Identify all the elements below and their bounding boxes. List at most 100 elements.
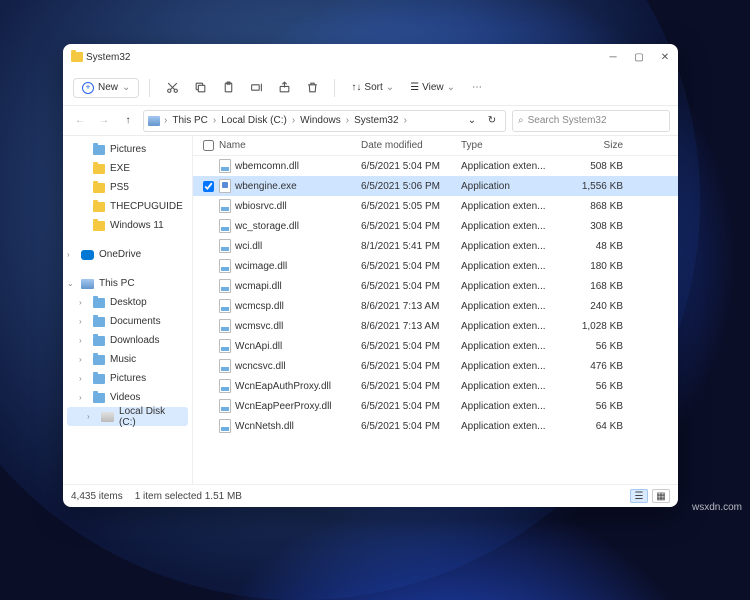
file-row[interactable]: wcmsvc.dll8/6/2021 7:13 AMApplication ex…	[193, 316, 678, 336]
folder-icon	[93, 374, 105, 384]
titlebar[interactable]: System32 ─ ▢ ✕	[63, 44, 678, 70]
new-button[interactable]: + New ⌄	[73, 78, 139, 98]
nav-desktop[interactable]: ›Desktop	[63, 293, 192, 312]
file-row[interactable]: wbengine.exe6/5/2021 5:06 PMApplication1…	[193, 176, 678, 196]
paste-button[interactable]	[216, 76, 240, 100]
file-size: 180 KB	[561, 261, 623, 272]
chevron-right-icon[interactable]: ›	[79, 374, 82, 383]
back-button[interactable]: ←	[71, 112, 89, 130]
nav-pane[interactable]: Pictures EXE PS5 THECPUGUIDE Windows 11 …	[63, 136, 193, 484]
chevron-right-icon[interactable]: ›	[87, 412, 90, 421]
file-date: 6/5/2021 5:04 PM	[361, 221, 461, 232]
chevron-down-icon[interactable]: ⌄	[67, 279, 74, 288]
file-date: 6/5/2021 5:04 PM	[361, 341, 461, 352]
cut-button[interactable]	[160, 76, 184, 100]
close-button[interactable]: ✕	[660, 52, 670, 62]
nav-pictures[interactable]: Pictures	[63, 140, 192, 159]
col-type[interactable]: Type	[461, 140, 561, 151]
chevron-right-icon[interactable]: ›	[79, 355, 82, 364]
file-row[interactable]: wbiosrvc.dll6/5/2021 5:05 PMApplication …	[193, 196, 678, 216]
nav-thispc[interactable]: ⌄This PC	[63, 274, 192, 293]
file-row[interactable]: WcnEapPeerProxy.dll6/5/2021 5:04 PMAppli…	[193, 396, 678, 416]
nav-win11[interactable]: Windows 11	[63, 216, 192, 235]
sort-button[interactable]: ↑↓Sort⌄	[345, 79, 400, 96]
dropdown-icon[interactable]: ⌄	[463, 112, 481, 130]
nav-exe[interactable]: EXE	[63, 159, 192, 178]
selection-info: 1 item selected 1.51 MB	[135, 491, 242, 502]
more-button[interactable]: ⋯	[465, 76, 489, 100]
delete-button[interactable]	[300, 76, 324, 100]
view-button[interactable]: ☰View⌄	[404, 79, 461, 96]
file-row[interactable]: wc_storage.dll6/5/2021 5:04 PMApplicatio…	[193, 216, 678, 236]
folder-icon	[93, 355, 105, 365]
file-explorer-window: System32 ─ ▢ ✕ + New ⌄ ↑↓Sort⌄ ☰View⌄ ⋯ …	[63, 44, 678, 507]
file-name: wcimage.dll	[235, 261, 287, 272]
nav-music[interactable]: ›Music	[63, 350, 192, 369]
forward-button[interactable]: →	[95, 112, 113, 130]
folder-icon	[93, 164, 105, 174]
col-name[interactable]: Name	[219, 140, 361, 151]
file-row[interactable]: WcnNetsh.dll6/5/2021 5:04 PMApplication …	[193, 416, 678, 436]
crumb-windows[interactable]: Windows	[297, 115, 344, 126]
file-row[interactable]: WcnApi.dll6/5/2021 5:04 PMApplication ex…	[193, 336, 678, 356]
share-button[interactable]	[272, 76, 296, 100]
nav-downloads[interactable]: ›Downloads	[63, 331, 192, 350]
crumb-thispc[interactable]: This PC	[169, 115, 211, 126]
dll-icon	[219, 279, 231, 293]
file-row[interactable]: wcimage.dll6/5/2021 5:04 PMApplication e…	[193, 256, 678, 276]
column-headers[interactable]: Name Date modified Type Size	[193, 136, 678, 156]
file-row[interactable]: wcmapi.dll6/5/2021 5:04 PMApplication ex…	[193, 276, 678, 296]
select-all-checkbox[interactable]	[203, 140, 214, 151]
tiles-view-button[interactable]: ▦	[652, 489, 670, 503]
file-size: 56 KB	[561, 381, 623, 392]
folder-icon	[71, 52, 81, 62]
nav-thecpuguide[interactable]: THECPUGUIDE	[63, 197, 192, 216]
nav-pictures2[interactable]: ›Pictures	[63, 369, 192, 388]
chevron-right-icon[interactable]: ›	[79, 317, 82, 326]
dll-icon	[219, 259, 231, 273]
chevron-right-icon[interactable]: ›	[79, 336, 82, 345]
up-button[interactable]: ↑	[119, 112, 137, 130]
copy-button[interactable]	[188, 76, 212, 100]
file-type: Application exten...	[461, 341, 561, 352]
nav-videos[interactable]: ›Videos	[63, 388, 192, 407]
breadcrumb[interactable]: › This PC› Local Disk (C:)› Windows› Sys…	[143, 110, 506, 132]
nav-onedrive[interactable]: ›OneDrive	[63, 245, 192, 264]
refresh-button[interactable]: ↻	[483, 112, 501, 130]
minimize-button[interactable]: ─	[608, 52, 618, 62]
file-type: Application exten...	[461, 161, 561, 172]
file-name: wcncsvc.dll	[235, 361, 286, 372]
details-view-button[interactable]: ☰	[630, 489, 648, 503]
file-row[interactable]: wcmcsp.dll8/6/2021 7:13 AMApplication ex…	[193, 296, 678, 316]
dll-icon	[219, 379, 231, 393]
file-type: Application	[461, 181, 561, 192]
file-list[interactable]: wbemcomn.dll6/5/2021 5:04 PMApplication …	[193, 156, 678, 484]
rename-button[interactable]	[244, 76, 268, 100]
chevron-right-icon[interactable]: ›	[79, 298, 82, 307]
nav-ps5[interactable]: PS5	[63, 178, 192, 197]
crumb-disk[interactable]: Local Disk (C:)	[218, 115, 290, 126]
file-date: 6/5/2021 5:04 PM	[361, 421, 461, 432]
file-row[interactable]: wci.dll8/1/2021 5:41 PMApplication exten…	[193, 236, 678, 256]
dll-icon	[219, 219, 231, 233]
plus-icon: +	[82, 82, 94, 94]
row-checkbox[interactable]	[203, 181, 214, 192]
folder-icon	[93, 336, 105, 346]
watermark-text: wsxdn.com	[692, 502, 742, 513]
nav-documents[interactable]: ›Documents	[63, 312, 192, 331]
chevron-right-icon[interactable]: ›	[67, 250, 70, 259]
file-row[interactable]: WcnEapAuthProxy.dll6/5/2021 5:04 PMAppli…	[193, 376, 678, 396]
dll-icon	[219, 399, 231, 413]
nav-localdisk[interactable]: ›Local Disk (C:)	[67, 407, 188, 426]
file-row[interactable]: wcncsvc.dll6/5/2021 5:04 PMApplication e…	[193, 356, 678, 376]
window-title: System32	[86, 52, 130, 63]
search-input[interactable]: ⌕ Search System32	[512, 110, 670, 132]
maximize-button[interactable]: ▢	[634, 52, 644, 62]
file-date: 8/6/2021 7:13 AM	[361, 321, 461, 332]
col-date[interactable]: Date modified	[361, 140, 461, 151]
crumb-system32[interactable]: System32	[351, 115, 401, 126]
col-size[interactable]: Size	[561, 140, 623, 151]
chevron-right-icon[interactable]: ›	[79, 393, 82, 402]
file-row[interactable]: wbemcomn.dll6/5/2021 5:04 PMApplication …	[193, 156, 678, 176]
dll-icon	[219, 159, 231, 173]
